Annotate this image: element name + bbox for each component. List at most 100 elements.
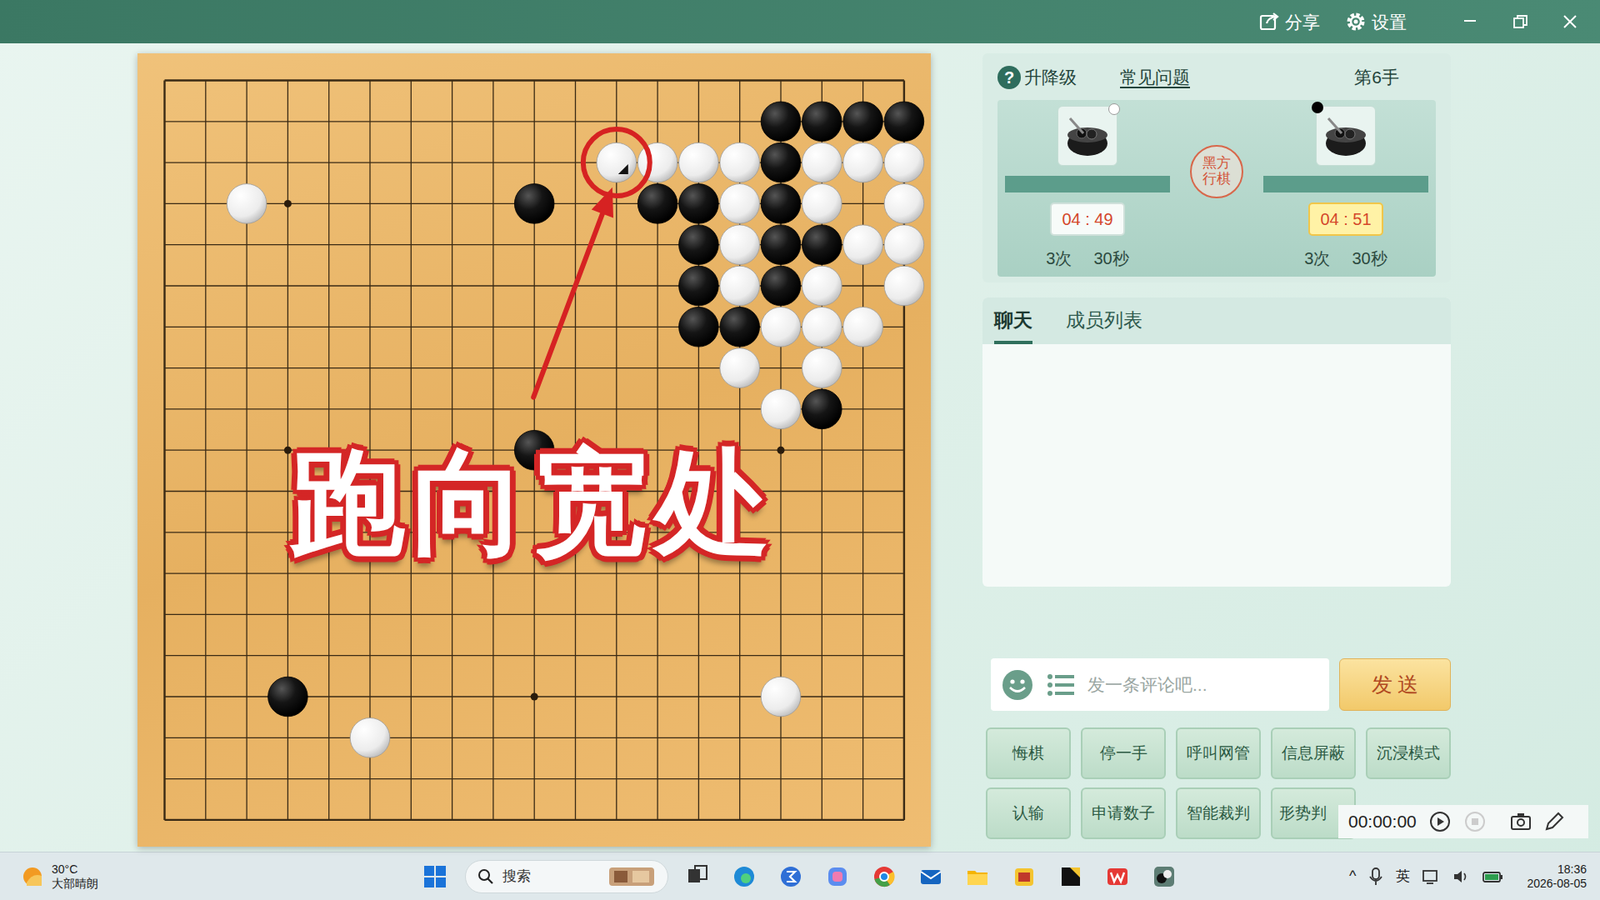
arrow-line xyxy=(533,214,603,398)
taskbar-search[interactable]: 搜索 xyxy=(465,860,669,894)
stone xyxy=(226,184,267,225)
taskbar-app[interactable] xyxy=(960,859,995,895)
volume-icon xyxy=(1451,867,1470,886)
clock-date: 2026-08-05 xyxy=(1526,876,1587,891)
go-board[interactable]: 跑向宽处 xyxy=(137,53,931,847)
weather-desc: 大部晴朗 xyxy=(51,876,99,890)
faq-link[interactable]: 常见问题 xyxy=(1120,64,1190,91)
chat-tab[interactable]: 成员列表 xyxy=(1065,305,1143,345)
battery-icon xyxy=(1481,867,1505,886)
chat-tab[interactable]: 聊天 xyxy=(994,305,1033,345)
taskbar-app[interactable] xyxy=(1053,859,1089,895)
comment-input[interactable] xyxy=(1087,671,1320,699)
action-button[interactable]: 呼叫网管 xyxy=(1175,727,1261,780)
search-label: 搜索 xyxy=(502,865,600,888)
stone xyxy=(268,676,309,717)
game-info-header: ?升降级常见问题第6手 xyxy=(997,60,1436,95)
windows-icon xyxy=(423,865,447,889)
grid-line xyxy=(165,737,905,739)
stone xyxy=(720,225,760,265)
emoji-icon xyxy=(1000,668,1035,702)
stone xyxy=(679,225,720,265)
stone xyxy=(720,348,760,389)
record-stop-button[interactable] xyxy=(1463,810,1487,834)
play-icon xyxy=(1428,810,1452,834)
stone xyxy=(760,101,801,142)
stone xyxy=(802,225,843,265)
stone xyxy=(843,225,884,265)
record-play-button[interactable] xyxy=(1428,810,1452,834)
system-tray: ^ 英 18:362026-08-05 xyxy=(1316,862,1600,891)
minimize-button[interactable] xyxy=(1445,0,1495,44)
pen-icon xyxy=(1543,810,1565,833)
search-icon xyxy=(477,868,495,885)
gear-icon xyxy=(1345,10,1367,33)
restore-button[interactable] xyxy=(1495,0,1545,44)
taskbar-app[interactable] xyxy=(866,859,902,895)
action-button[interactable]: 智能裁判 xyxy=(1175,787,1261,840)
action-row: 悔棋停一手呼叫网管信息屏蔽沉浸模式 xyxy=(982,727,1451,780)
stone xyxy=(350,718,390,759)
title-bar: 分享 设置 xyxy=(0,0,1600,44)
weather-temp: 30°C xyxy=(51,862,99,876)
weather-widget[interactable]: 30°C大部晴朗 xyxy=(0,862,417,890)
player-bar xyxy=(1005,175,1170,193)
taskbar-app[interactable] xyxy=(1100,859,1135,895)
stone xyxy=(720,142,760,183)
grid-line xyxy=(165,655,905,656)
stone xyxy=(637,184,678,225)
taskbar-app[interactable] xyxy=(1006,859,1042,895)
star-point xyxy=(284,200,292,208)
edge-icon xyxy=(731,864,757,890)
tray-chevron[interactable]: ^ xyxy=(1349,865,1356,888)
sigma-app-icon xyxy=(778,864,804,890)
last-move-marker xyxy=(618,164,629,175)
action-button[interactable]: 申请数子 xyxy=(1080,787,1166,840)
taskbar-app[interactable] xyxy=(1146,859,1182,895)
stone xyxy=(843,101,884,142)
taskbar-app[interactable] xyxy=(680,859,715,895)
close-button[interactable] xyxy=(1545,0,1595,44)
player-bar xyxy=(1263,175,1429,193)
action-button[interactable]: 信息屏蔽 xyxy=(1270,727,1356,780)
player-card: 04 : 513次30秒 xyxy=(1260,105,1431,271)
ime-indicator[interactable]: 英 xyxy=(1395,865,1410,888)
player-avatar xyxy=(1057,105,1118,166)
comment-row: 发 送 xyxy=(982,658,1451,711)
start-button[interactable] xyxy=(416,858,454,895)
comment-field[interactable] xyxy=(990,658,1330,711)
list-icon xyxy=(1045,670,1076,700)
action-button[interactable]: 沉浸模式 xyxy=(1365,727,1451,780)
stone xyxy=(843,307,884,348)
camera-button[interactable] xyxy=(1510,810,1532,833)
stone xyxy=(843,142,884,183)
byoyomi: 3次30秒 xyxy=(1045,245,1129,271)
recorder-bar: 00:00:00 xyxy=(1338,805,1589,839)
taskbar-app[interactable] xyxy=(726,859,762,895)
share-button[interactable]: 分享 xyxy=(1255,7,1324,36)
stone xyxy=(514,184,555,225)
network-icon xyxy=(1421,867,1440,886)
camera-icon xyxy=(1510,810,1532,833)
action-label: 分享 xyxy=(1285,13,1320,31)
recorder-time: 00:00:00 xyxy=(1348,808,1417,835)
stone xyxy=(760,389,801,430)
grid-line xyxy=(165,778,905,780)
taskbar-app[interactable] xyxy=(913,859,949,895)
rank-link[interactable]: ?升降级 xyxy=(997,64,1077,91)
send-button[interactable]: 发 送 xyxy=(1339,658,1451,711)
stone-color-dot xyxy=(1311,101,1324,114)
taskbar-app[interactable] xyxy=(820,859,855,895)
stone xyxy=(884,142,925,183)
taskbar-clock[interactable]: 18:362026-08-05 xyxy=(1526,862,1587,891)
taskbar-app[interactable] xyxy=(773,859,809,895)
minimize-icon xyxy=(1460,12,1480,31)
action-button[interactable]: 认输 xyxy=(985,787,1071,840)
pen-button[interactable] xyxy=(1543,810,1565,833)
mail-app-icon xyxy=(918,864,944,890)
gear-button[interactable]: 设置 xyxy=(1341,7,1410,36)
highlight-circle xyxy=(583,129,650,196)
action-button[interactable]: 停一手 xyxy=(1080,727,1166,780)
action-button[interactable]: 悔棋 xyxy=(985,727,1071,780)
app-window: 分享设置跑向宽处?升降级常见问题第6手04 : 493次30秒黑方行棋04 : … xyxy=(0,0,1600,900)
